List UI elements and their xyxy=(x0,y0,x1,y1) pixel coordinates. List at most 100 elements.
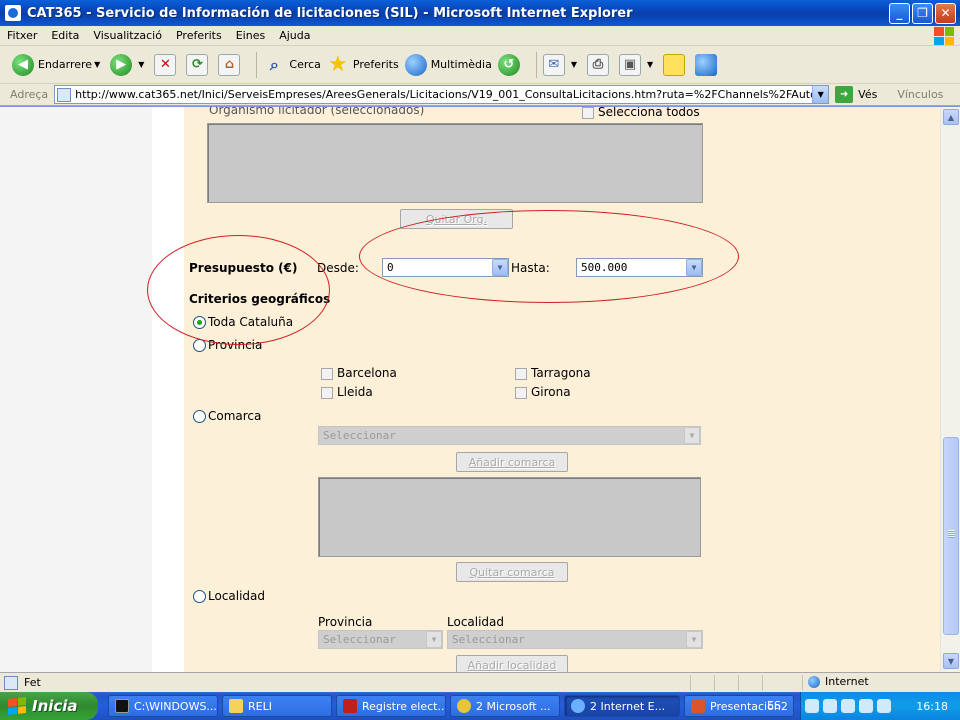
scroll-down-icon[interactable]: ▼ xyxy=(943,653,959,669)
organismo-listbox[interactable] xyxy=(207,123,703,203)
toda-cataluna-radio[interactable] xyxy=(193,316,206,329)
hasta-select[interactable]: 500.000 ▼ xyxy=(576,258,703,277)
media-button[interactable]: Multimèdia xyxy=(404,53,492,76)
comarca-listbox[interactable] xyxy=(318,477,701,557)
page-icon xyxy=(4,675,18,690)
task-label: 2 Microsoft ... xyxy=(476,699,551,713)
tray-icon[interactable] xyxy=(805,699,819,713)
address-input[interactable]: http://www.cat365.net/Inici/ServeisEmpre… xyxy=(54,85,830,104)
girona-label: Girona xyxy=(531,385,571,399)
search-icon: ⌕ xyxy=(269,54,279,74)
chevron-down-icon[interactable]: ▼ xyxy=(812,86,829,103)
chevron-down-icon[interactable]: ▼ xyxy=(94,60,100,69)
chevron-down-icon[interactable]: ▼ xyxy=(647,60,653,69)
lleida-checkbox[interactable] xyxy=(321,387,333,399)
tray-icon[interactable] xyxy=(823,699,837,713)
forward-button[interactable]: ▶ ▼ xyxy=(110,53,148,76)
quitar-org-button[interactable]: Quitar Org. xyxy=(400,209,513,229)
girona-checkbox[interactable] xyxy=(515,387,527,399)
edit-icon: ▣ xyxy=(619,53,641,76)
loc-provincia-select[interactable]: Seleccionar ▼ xyxy=(318,630,443,649)
language-indicator[interactable]: ES xyxy=(767,699,781,712)
toolbar: ◀ Endarrere ▼ ▶ ▼ ✕ ⟳ ⌂ ⌕ Cerca ★ Prefer… xyxy=(0,46,960,84)
status-divider xyxy=(690,675,691,691)
ie-icon xyxy=(5,5,21,21)
quitar-comarca-button[interactable]: Quitar comarca xyxy=(456,562,568,582)
comarca-select[interactable]: Seleccionar ▼ xyxy=(318,426,701,445)
start-button[interactable]: Inicia xyxy=(0,692,98,720)
provincia-radio[interactable] xyxy=(193,339,206,352)
barcelona-checkbox[interactable] xyxy=(321,368,333,380)
search-button[interactable]: ⌕ Cerca xyxy=(263,54,321,76)
edit-button[interactable]: ▣ ▼ xyxy=(619,53,657,76)
status-divider xyxy=(738,675,739,691)
chevron-down-icon[interactable]: ▼ xyxy=(492,259,508,276)
chevron-down-icon[interactable]: ▼ xyxy=(684,427,700,444)
chevron-down-icon[interactable]: ▼ xyxy=(138,60,144,69)
task-label: C:\WINDOWS... xyxy=(134,699,217,713)
menu-ajuda[interactable]: Ajuda xyxy=(272,29,317,42)
comarca-radio[interactable] xyxy=(193,410,206,423)
task-internet-explorer[interactable]: 2 Internet E... xyxy=(564,695,680,717)
address-url[interactable]: http://www.cat365.net/Inici/ServeisEmpre… xyxy=(75,88,812,101)
windows-logo-icon xyxy=(934,27,954,45)
print-button[interactable]: ⎙ xyxy=(587,53,613,76)
back-button[interactable]: ◀ Endarrere ▼ xyxy=(12,53,104,76)
go-arrow-icon[interactable]: ➜ xyxy=(835,86,854,103)
console-icon xyxy=(115,699,129,713)
desde-label: Desde: xyxy=(317,261,359,275)
scroll-up-icon[interactable]: ▲ xyxy=(943,109,959,125)
chevron-down-icon[interactable]: ▼ xyxy=(426,631,442,648)
chevron-down-icon[interactable]: ▼ xyxy=(571,60,577,69)
address-label: Adreça xyxy=(10,88,49,101)
go-button[interactable]: Vés xyxy=(858,88,877,101)
task-registre[interactable]: Registre elect... xyxy=(336,695,446,717)
maximize-button[interactable]: ❐ xyxy=(912,2,933,24)
refresh-button[interactable]: ⟳ xyxy=(186,53,212,76)
task-cmd[interactable]: C:\WINDOWS... xyxy=(108,695,218,717)
tray-icon[interactable] xyxy=(841,699,855,713)
back-label: Endarrere xyxy=(38,58,93,71)
provincia-label: Provincia xyxy=(208,338,263,352)
task-label: Registre elect... xyxy=(362,699,446,713)
messenger-icon xyxy=(695,53,718,76)
chevron-down-icon[interactable]: ▼ xyxy=(686,631,702,648)
messenger-button[interactable] xyxy=(695,53,721,76)
anadir-comarca-button[interactable]: Añadir comarca xyxy=(456,452,568,472)
stop-button[interactable]: ✕ xyxy=(154,53,180,76)
toolbar-divider xyxy=(535,51,537,78)
vertical-scrollbar[interactable]: ▲ ▼ xyxy=(940,107,960,672)
anadir-localidad-button[interactable]: Añadir localidad xyxy=(456,655,568,672)
localidad-radio[interactable] xyxy=(193,590,206,603)
notes-button[interactable] xyxy=(663,53,689,76)
menu-preferits[interactable]: Preferits xyxy=(169,29,229,42)
select-all-checkbox[interactable] xyxy=(582,107,594,119)
task-reli[interactable]: RELI xyxy=(222,695,332,717)
powerpoint-icon xyxy=(691,699,705,713)
search-label: Cerca xyxy=(289,58,321,71)
scroll-thumb[interactable] xyxy=(943,437,959,635)
status-divider xyxy=(714,675,715,691)
desde-select[interactable]: 0 ▼ xyxy=(382,258,509,277)
menu-visualitzacio[interactable]: Visualització xyxy=(86,29,169,42)
tray-icon[interactable] xyxy=(859,699,873,713)
links-label[interactable]: Vínculos xyxy=(897,88,943,101)
mail-button[interactable]: ✉ ▼ xyxy=(542,53,581,76)
task-microsoft[interactable]: 2 Microsoft ... xyxy=(450,695,560,717)
status-text: Fet xyxy=(24,676,41,689)
menu-fitxer[interactable]: Fitxer xyxy=(0,29,44,42)
window-titlebar[interactable]: CAT365 - Servicio de Información de lici… xyxy=(0,0,960,26)
chevron-down-icon[interactable]: ▼ xyxy=(686,259,702,276)
minimize-button[interactable]: _ xyxy=(889,2,910,24)
favorites-button[interactable]: ★ Preferits xyxy=(327,52,399,77)
tarragona-checkbox[interactable] xyxy=(515,368,527,380)
page-gutter xyxy=(152,107,184,672)
close-button[interactable]: ✕ xyxy=(935,2,956,24)
menu-edita[interactable]: Edita xyxy=(44,29,86,42)
home-button[interactable]: ⌂ xyxy=(218,53,244,76)
history-button[interactable]: ↺ xyxy=(497,53,524,76)
loc-localidad-select[interactable]: Seleccionar ▼ xyxy=(447,630,703,649)
tray-icon[interactable] xyxy=(877,699,891,713)
menu-eines[interactable]: Eines xyxy=(229,29,272,42)
hasta-label: Hasta: xyxy=(511,261,550,275)
